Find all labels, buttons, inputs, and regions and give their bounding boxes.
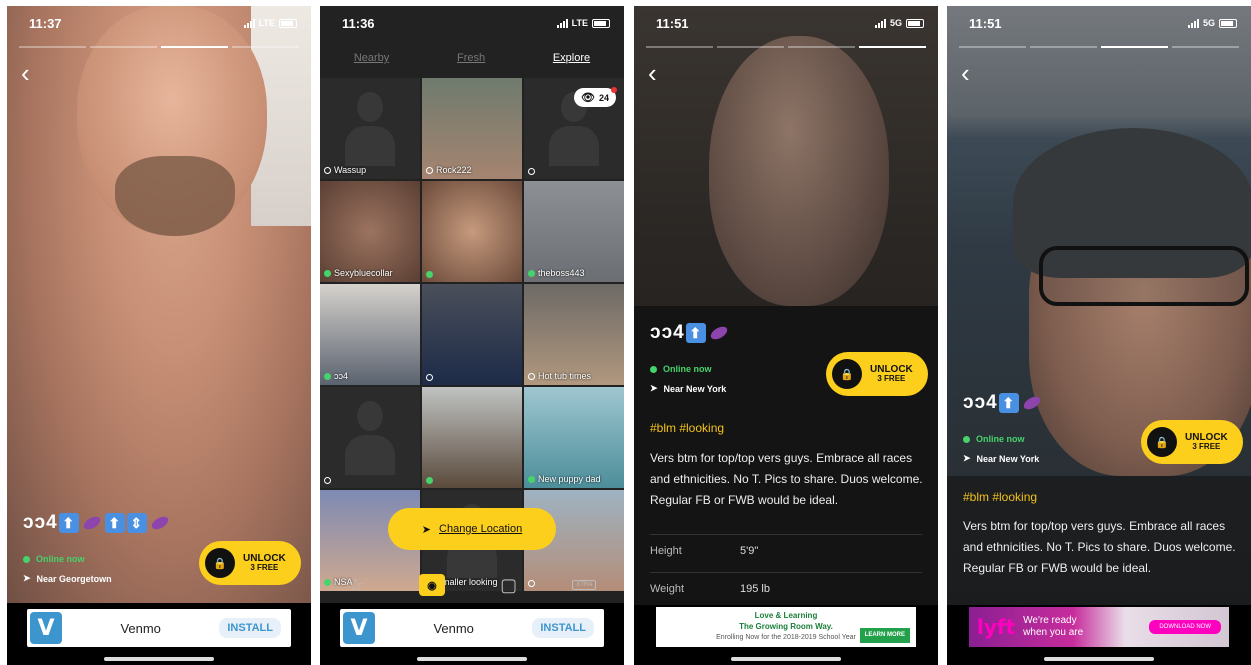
signal-icon [874, 18, 886, 28]
change-location-button[interactable]: ➤ Change Location [388, 508, 556, 550]
status-time: 11:51 [656, 15, 689, 31]
location-label: ➤ Near New York [650, 383, 727, 394]
status-time: 11:36 [342, 15, 375, 31]
grid-cell[interactable] [422, 284, 522, 385]
viewers-badge[interactable]: 👁 24 [574, 87, 617, 107]
xtra-icon[interactable]: XTRA [572, 580, 597, 590]
location-label: ➤ Near New York [963, 453, 1040, 464]
ad-banner: lyft We're ready when you are DOWNLOAD NO… [947, 605, 1251, 665]
grid-cell[interactable]: ɔɔ4 [320, 284, 420, 385]
battery-icon [592, 18, 610, 28]
profile-bio: Vers btm for top/top vers guys. Embrace … [963, 519, 1236, 575]
lock-icon: 🔒 [1147, 427, 1177, 457]
home-indicator[interactable] [417, 657, 527, 661]
bottom-nav: ☆ ◉ ▢ XTRA [320, 568, 624, 602]
back-chevron-icon[interactable]: ‹ [961, 58, 970, 89]
signal-icon [556, 18, 568, 28]
online-status: Online now [963, 434, 1025, 444]
lyft-logo-icon: lyft [977, 615, 1016, 639]
grid-cell[interactable] [422, 387, 522, 488]
download-now-button[interactable]: DOWNLOAD NOW [1149, 620, 1221, 634]
install-button[interactable]: INSTALL [219, 618, 281, 638]
location-arrow-icon: ➤ [23, 573, 31, 583]
back-chevron-icon[interactable]: ‹ [21, 58, 30, 89]
tab-nearby[interactable]: Nearby [354, 52, 389, 64]
profile-screen-3: 11:51 5G ‹ ɔɔ4 ⬆ Online now ➤ Near New Yor… [634, 6, 938, 665]
back-chevron-icon[interactable]: ‹ [648, 58, 657, 89]
chat-icon[interactable]: ▢ [500, 575, 517, 596]
home-indicator[interactable] [104, 657, 214, 661]
explore-grid-screen: 11:36 LTE Nearby Fresh Explore Wassup Ro… [320, 6, 624, 665]
profile-name: ɔɔ4 ⬆ [650, 322, 731, 344]
top-tabs: Nearby Fresh Explore [320, 52, 624, 64]
grid-cell[interactable]: theboss443 [524, 181, 624, 282]
ad-banner: V Venmo INSTALL [320, 603, 624, 665]
home-indicator[interactable] [731, 657, 841, 661]
signal-icon [243, 18, 255, 28]
status-bar: 11:51 5G [947, 6, 1251, 40]
grid-cell[interactable]: Sexybluecollar [320, 181, 420, 282]
venmo-ad[interactable]: V Venmo INSTALL [340, 609, 604, 647]
status-bar: 11:51 5G [634, 6, 938, 40]
grid-cell[interactable] [320, 387, 420, 488]
profile-tags: #blm #looking [650, 421, 725, 435]
venmo-logo-icon: V [343, 612, 375, 644]
unlock-button[interactable]: 🔒 UNLOCK 3 FREE [1141, 420, 1243, 464]
photo-progress [19, 46, 299, 48]
profile-screen-4: 11:51 5G ‹ ɔɔ4 ⬆ Online now ➤ Near New Yor… [947, 6, 1251, 665]
grindr-mask-icon[interactable]: ◉ [418, 574, 445, 596]
battery-icon [1219, 18, 1237, 28]
location-arrow-icon: ➤ [650, 383, 658, 393]
venmo-ad[interactable]: V Venmo INSTALL [27, 609, 291, 647]
profile-photo[interactable] [634, 6, 938, 609]
status-bar: 11:37 LTE [7, 6, 311, 40]
carrier-label: 5G [889, 18, 902, 28]
profile-bio: Vers btm for top/top vers guys. Embrace … [650, 451, 923, 507]
profile-name: ɔɔ4 ⬆ [963, 392, 1044, 414]
online-status: Online now [23, 554, 85, 564]
online-status: Online now [650, 364, 712, 374]
profile-name: ɔɔ4 ⬆ ⬆ ⇕ [23, 512, 172, 534]
lock-icon: 🔒 [205, 548, 235, 578]
venmo-logo-icon: V [30, 612, 62, 644]
lock-icon: 🔒 [832, 359, 862, 389]
signal-icon [1187, 18, 1199, 28]
carrier-label: LTE [571, 18, 588, 28]
profile-tags: #blm #looking [963, 490, 1038, 504]
grid-cell[interactable]: Wassup [320, 78, 420, 179]
unlock-button[interactable]: 🔒 UNLOCK 3 FREE [199, 541, 301, 585]
profile-screen-1: 11:37 LTE ‹ ɔɔ4 ⬆ ⬆ ⇕ Online now ➤ Near Geor… [7, 6, 311, 665]
photo-progress [959, 46, 1239, 48]
location-arrow-icon: ➤ [963, 453, 971, 463]
status-time: 11:51 [969, 15, 1002, 31]
tab-explore[interactable]: Explore [553, 52, 590, 64]
location-arrow-icon: ➤ [421, 523, 432, 536]
photo-progress [646, 46, 926, 48]
home-indicator[interactable] [1044, 657, 1154, 661]
ad-banner: V Venmo INSTALL [7, 603, 311, 665]
lyft-ad[interactable]: lyft We're ready when you are DOWNLOAD NO… [969, 607, 1229, 647]
grid-cell[interactable]: 👁 24 [524, 78, 624, 179]
battery-icon [906, 18, 924, 28]
battery-icon [279, 18, 297, 28]
install-button[interactable]: INSTALL [532, 618, 594, 638]
location-label: ➤ Near Georgetown [23, 573, 112, 584]
growing-room-ad[interactable]: Love & Learning The Growing Room Way. En… [656, 607, 916, 647]
carrier-label: 5G [1202, 18, 1215, 28]
stat-height: Height 5'9" [650, 534, 922, 557]
stat-weight: Weight 195 lb [650, 572, 922, 595]
unlock-button[interactable]: 🔒 UNLOCK 3 FREE [826, 352, 928, 396]
status-time: 11:37 [29, 15, 62, 31]
star-icon[interactable]: ☆ [348, 575, 364, 596]
tab-fresh[interactable]: Fresh [457, 52, 485, 64]
learn-more-button[interactable]: LEARN MORE [859, 628, 910, 643]
eye-icon: 👁 [581, 92, 595, 104]
carrier-label: LTE [258, 18, 275, 28]
grid-cell[interactable] [422, 181, 522, 282]
status-bar: 11:36 LTE [320, 6, 624, 40]
grid-cell[interactable]: New puppy dad [524, 387, 624, 488]
grid-cell[interactable]: Hot tub times [524, 284, 624, 385]
grid-cell[interactable]: Rock222 [422, 78, 522, 179]
ad-banner: Love & Learning The Growing Room Way. En… [634, 605, 938, 665]
